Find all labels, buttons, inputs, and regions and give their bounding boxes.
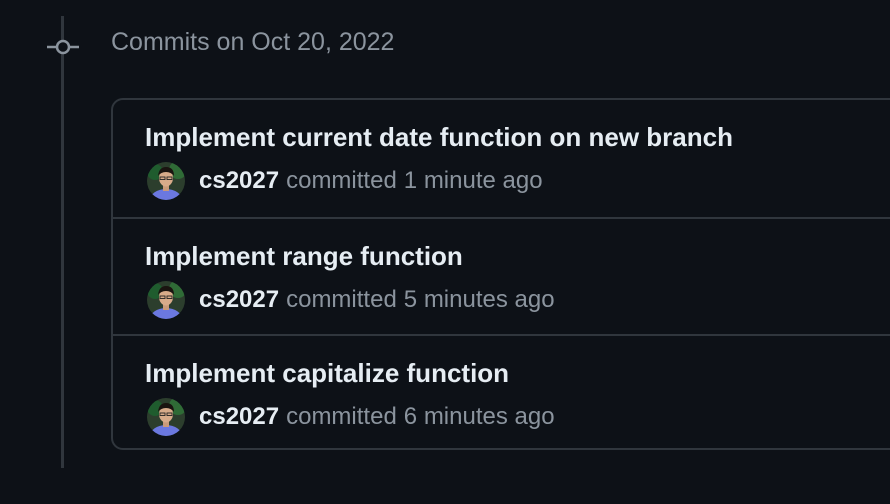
user-avatar-icon[interactable] <box>147 162 185 200</box>
commit-list: Implement current date function on new b… <box>111 98 890 450</box>
commit-item: Implement range function cs2027 committe… <box>113 217 890 334</box>
commit-item: Implement capitalize function cs2027 com… <box>113 334 890 448</box>
commit-time: 6 minutes ago <box>403 403 555 430</box>
git-commit-icon <box>47 39 79 55</box>
commit-verb: committed <box>286 286 397 313</box>
commit-author-link[interactable]: cs2027 <box>199 167 279 195</box>
commit-meta: cs2027 committed 1 minute ago <box>147 162 543 200</box>
commit-title-link[interactable]: Implement capitalize function <box>145 358 509 389</box>
commit-verb: committed <box>286 403 397 430</box>
commit-title-link[interactable]: Implement current date function on new b… <box>145 122 733 153</box>
user-avatar-icon[interactable] <box>147 281 185 319</box>
commit-author-link[interactable]: cs2027 <box>199 286 279 314</box>
commit-date-heading: Commits on Oct 20, 2022 <box>111 28 395 56</box>
commit-meta: cs2027 committed 6 minutes ago <box>147 398 555 436</box>
commit-verb: committed <box>286 167 397 194</box>
commit-author-link[interactable]: cs2027 <box>199 403 279 431</box>
timeline-line <box>61 16 64 468</box>
commit-title-link[interactable]: Implement range function <box>145 241 463 272</box>
commit-meta: cs2027 committed 5 minutes ago <box>147 281 555 319</box>
commits-page: Commits on Oct 20, 2022 Implement curren… <box>0 0 890 504</box>
user-avatar-icon[interactable] <box>147 398 185 436</box>
commit-item: Implement current date function on new b… <box>113 100 890 217</box>
commit-time: 1 minute ago <box>403 167 543 194</box>
commit-time: 5 minutes ago <box>403 286 555 313</box>
